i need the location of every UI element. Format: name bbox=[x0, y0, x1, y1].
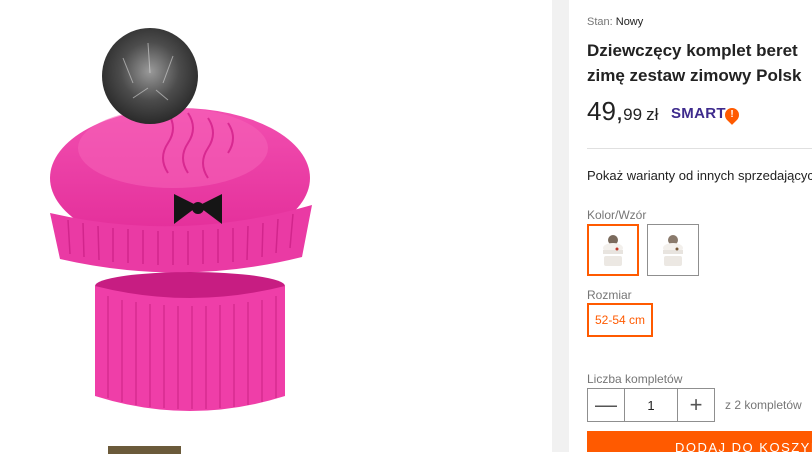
quantity-stepper: — + bbox=[587, 388, 715, 422]
quantity-input[interactable] bbox=[624, 389, 678, 421]
condition-label: Stan: bbox=[587, 16, 613, 28]
price: 49,99 zł bbox=[587, 96, 658, 127]
product-title: Dziewczęcy komplet beret zimę zestaw zim… bbox=[587, 38, 801, 88]
smart-pin-mark: ! bbox=[730, 109, 734, 120]
hat-set-thumbnail-icon bbox=[663, 235, 683, 266]
smart-pin-icon: ! bbox=[722, 105, 742, 125]
gallery-thumbnail[interactable] bbox=[108, 446, 181, 454]
smart-logo[interactable]: SMART bbox=[671, 105, 726, 122]
product-gallery bbox=[0, 0, 552, 454]
other-sellers-link[interactable]: Pokaż warianty od innych sprzedającyc bbox=[587, 168, 812, 183]
add-to-cart-button[interactable]: DODAJ DO KOSZYK bbox=[587, 431, 812, 452]
column-divider bbox=[552, 0, 569, 452]
quantity-decrease-button[interactable]: — bbox=[588, 389, 624, 421]
color-swatch-selected[interactable] bbox=[587, 224, 639, 276]
title-line-1: Dziewczęcy komplet beret bbox=[587, 41, 798, 60]
quantity-available-note: z 2 kompletów bbox=[725, 398, 802, 412]
size-label: Rozmiar bbox=[587, 288, 632, 302]
color-label: Kolor/Wzór bbox=[587, 208, 647, 222]
hat-set-thumbnail-icon bbox=[603, 235, 623, 266]
section-divider bbox=[587, 148, 812, 149]
title-line-2: zimę zestaw zimowy Polsk bbox=[587, 66, 802, 85]
product-details: Stan: Nowy Dziewczęcy komplet beret zimę… bbox=[569, 0, 812, 452]
condition-row: Stan: Nowy bbox=[587, 16, 643, 28]
condition-value: Nowy bbox=[615, 16, 644, 28]
price-fraction: 99 bbox=[623, 105, 643, 124]
price-integer: 49, bbox=[587, 96, 624, 126]
product-image[interactable] bbox=[38, 28, 338, 423]
price-currency: zł bbox=[646, 105, 659, 124]
quantity-increase-button[interactable]: + bbox=[678, 389, 714, 421]
quantity-label: Liczba kompletów bbox=[587, 372, 683, 386]
color-swatch[interactable] bbox=[647, 224, 699, 276]
size-option-selected[interactable]: 52-54 cm bbox=[587, 303, 653, 337]
